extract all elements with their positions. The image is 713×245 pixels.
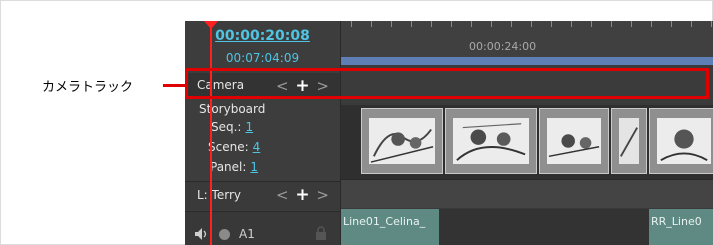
next-keyframe-icon[interactable]: > bbox=[316, 186, 330, 204]
storyboard-panel-thumbnail[interactable] bbox=[649, 108, 713, 174]
panel-sketch bbox=[547, 118, 601, 164]
panel-label: Panel: bbox=[210, 160, 247, 174]
audio-track-name: A1 bbox=[239, 227, 255, 241]
record-toggle-icon[interactable] bbox=[219, 229, 230, 240]
ruler-tick bbox=[511, 21, 512, 27]
ruler-tick bbox=[371, 21, 372, 27]
ruler-tick bbox=[711, 21, 712, 27]
sequence-link[interactable]: 1 bbox=[245, 120, 253, 134]
ruler-tick bbox=[351, 21, 352, 27]
audio-track-header[interactable]: A1 bbox=[185, 211, 340, 245]
playhead-line[interactable] bbox=[210, 21, 212, 245]
ruler-tick bbox=[631, 21, 632, 27]
camera-track-highlight bbox=[185, 68, 709, 99]
callout-connector bbox=[163, 84, 185, 87]
layer-track-name: L: Terry bbox=[197, 188, 241, 202]
lock-icon[interactable] bbox=[315, 226, 327, 240]
scene-link[interactable]: 4 bbox=[253, 140, 261, 154]
panel-sketch bbox=[619, 118, 639, 164]
ruler-tick bbox=[451, 21, 452, 27]
playhead-marker-icon[interactable] bbox=[204, 21, 218, 29]
audio-clip[interactable]: Line01_Celina_ bbox=[341, 209, 439, 245]
add-keyframe-icon[interactable]: + bbox=[295, 185, 310, 205]
ruler-time-label: 00:00:24:00 bbox=[469, 40, 537, 53]
storyboard-panel-thumbnail[interactable] bbox=[611, 108, 647, 174]
timeline-area[interactable]: 00:00:24:00 Line01_Celina_ RR_Line0 bbox=[341, 21, 713, 245]
ruler-tick bbox=[411, 21, 412, 27]
layer-track-nav: < + > bbox=[276, 185, 330, 205]
panel-sketch bbox=[657, 118, 711, 164]
storyboard-panel-thumbnail[interactable] bbox=[445, 108, 537, 174]
layer-track-header[interactable]: L: Terry < + > bbox=[185, 181, 340, 210]
ruler-tick bbox=[431, 21, 432, 27]
ruler-tick bbox=[531, 21, 532, 27]
camera-track-callout-label: カメラトラック bbox=[42, 80, 134, 95]
panel-sketch bbox=[453, 118, 529, 164]
scene-info: Scene: 4 bbox=[208, 140, 260, 154]
storyboard-track-header[interactable]: Storyboard Seq.: 1 Scene: 4 Panel: 1 bbox=[185, 101, 340, 179]
storyboard-panel-thumbnail[interactable] bbox=[361, 108, 443, 174]
track-header-panel: 00:00:20:08 00:07:04:09 Camera < + > Sto… bbox=[185, 21, 341, 245]
storyboard-track-name: Storyboard bbox=[199, 102, 266, 116]
ruler-tick bbox=[471, 21, 472, 27]
speaker-icon[interactable] bbox=[195, 228, 209, 240]
total-duration: 00:07:04:09 bbox=[225, 51, 300, 65]
ruler-tick bbox=[651, 21, 652, 27]
audio-clip[interactable]: RR_Line0 bbox=[649, 209, 713, 245]
ruler-tick bbox=[571, 21, 572, 27]
time-ruler[interactable]: 00:00:24:00 bbox=[341, 21, 713, 57]
storyboard-panel-thumbnail[interactable] bbox=[539, 108, 609, 174]
scene-range-band bbox=[341, 57, 713, 65]
prev-keyframe-icon[interactable]: < bbox=[276, 186, 290, 204]
ruler-tick bbox=[671, 21, 672, 27]
ruler-tick bbox=[691, 21, 692, 27]
ruler-tick bbox=[611, 21, 612, 27]
timeline-editor: 00:00:20:08 00:07:04:09 Camera < + > Sto… bbox=[185, 21, 713, 245]
storyboard-track-lane[interactable] bbox=[341, 105, 713, 179]
scene-label: Scene: bbox=[208, 140, 249, 154]
panel-link[interactable]: 1 bbox=[250, 160, 258, 174]
ruler-tick bbox=[551, 21, 552, 27]
panel-info: Panel: 1 bbox=[210, 160, 258, 174]
sequence-info: Seq.: 1 bbox=[211, 120, 253, 134]
ruler-tick bbox=[591, 21, 592, 27]
sequence-label: Seq.: bbox=[211, 120, 242, 134]
audio-track-lane[interactable]: Line01_Celina_ RR_Line0 bbox=[341, 209, 713, 245]
ruler-tick bbox=[391, 21, 392, 27]
ruler-tick bbox=[491, 21, 492, 27]
panel-sketch bbox=[369, 118, 435, 164]
layer-track-lane[interactable] bbox=[341, 179, 713, 208]
current-timecode[interactable]: 00:00:20:08 bbox=[185, 28, 340, 44]
